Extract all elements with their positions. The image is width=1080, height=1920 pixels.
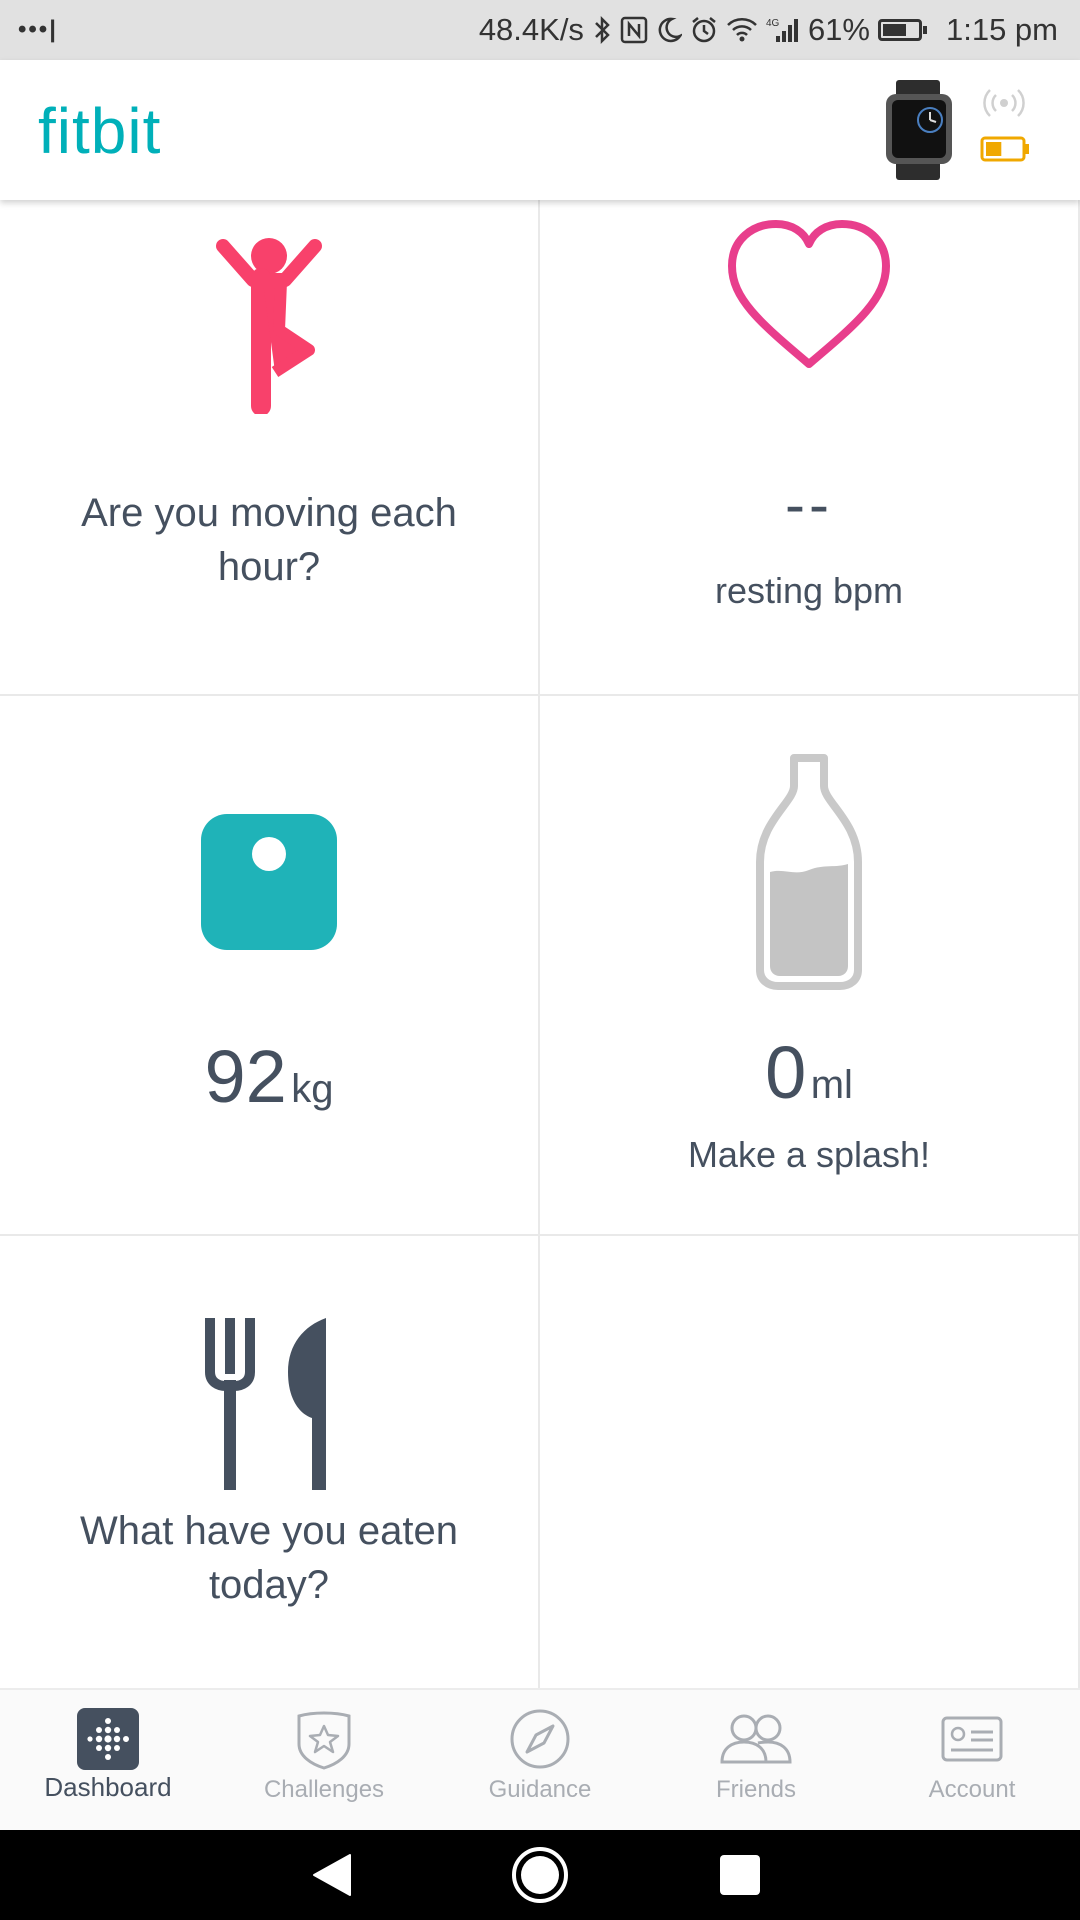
battery-percent: 61%	[807, 12, 870, 47]
challenges-icon	[293, 1708, 355, 1770]
sync-signal-icon[interactable]	[982, 88, 1026, 118]
device-watch-icon[interactable]	[880, 80, 960, 180]
nav-guidance-label: Guidance	[488, 1776, 592, 1803]
home-icon[interactable]	[508, 1830, 572, 1920]
nav-account-label: Account	[928, 1776, 1016, 1803]
water-unit: ml	[810, 1063, 853, 1107]
friends-icon	[718, 1708, 794, 1770]
network-speed: 48.4K/s	[478, 12, 584, 47]
food-text: What have you eaten today?	[79, 1509, 459, 1607]
hourly-activity-icon	[209, 234, 329, 416]
device-battery-icon	[980, 136, 1030, 162]
compass-icon	[509, 1708, 571, 1770]
nav-account[interactable]: Account	[864, 1690, 1080, 1832]
nav-dashboard[interactable]: Dashboard	[0, 1690, 216, 1832]
bottom-navigation: Dashboard Challenges Guidance Friends Ac…	[0, 1688, 1080, 1832]
dashboard-grid: Are you moving each hour? -- resting bpm…	[0, 200, 1080, 1688]
nav-challenges-label: Challenges	[263, 1776, 385, 1803]
empty-tile	[540, 1236, 1080, 1688]
do-not-disturb-icon	[656, 16, 682, 44]
svg-text:4G: 4G	[766, 18, 780, 29]
app-header: fitbit	[0, 60, 1080, 200]
water-bottle-icon	[754, 752, 864, 992]
alarm-icon	[690, 16, 718, 44]
water-tile[interactable]: 0 ml Make a splash!	[540, 696, 1080, 1236]
clock: 1:15 pm	[945, 12, 1058, 47]
account-card-icon	[941, 1708, 1003, 1770]
weight-unit: kg	[291, 1067, 334, 1111]
resting-heart-rate-value: --	[785, 471, 833, 538]
heart-icon	[724, 218, 894, 378]
resting-heart-rate-label: resting bpm	[714, 570, 904, 611]
water-value: 0	[765, 1031, 807, 1114]
back-icon[interactable]	[300, 1830, 364, 1920]
dashboard-icon	[77, 1708, 139, 1770]
battery-icon	[877, 19, 927, 41]
heart-rate-tile[interactable]: -- resting bpm	[540, 200, 1080, 696]
nav-dashboard-label: Dashboard	[44, 1772, 172, 1802]
fork-knife-icon	[204, 1314, 334, 1494]
hourly-activity-tile[interactable]: Are you moving each hour?	[0, 200, 540, 696]
food-tile[interactable]: What have you eaten today?	[0, 1236, 540, 1688]
weight-value: 92	[204, 1035, 287, 1118]
nav-guidance[interactable]: Guidance	[432, 1690, 648, 1832]
nav-challenges[interactable]: Challenges	[216, 1690, 432, 1832]
weight-reading: 92 kg	[0, 1034, 538, 1119]
weight-tile[interactable]: 92 kg	[0, 696, 540, 1236]
wifi-icon	[726, 17, 758, 43]
water-label: Make a splash!	[687, 1134, 931, 1175]
nfc-icon	[620, 16, 648, 44]
hourly-activity-text: Are you moving each hour?	[81, 491, 457, 589]
nav-friends[interactable]: Friends	[648, 1690, 864, 1832]
scale-icon	[201, 814, 337, 950]
status-notification-dots: •••|	[18, 16, 58, 43]
bluetooth-icon	[592, 15, 612, 45]
nav-friends-label: Friends	[715, 1776, 797, 1803]
water-reading: 0 ml	[540, 1030, 1078, 1115]
system-navigation-bar	[0, 1830, 1080, 1920]
fitbit-logo: fitbit	[38, 95, 162, 167]
recents-icon[interactable]	[708, 1830, 772, 1920]
status-bar: •••| 48.4K/s 4G 61% 1:15 pm	[0, 0, 1080, 60]
signal-4g-icon: 4G	[766, 16, 800, 44]
